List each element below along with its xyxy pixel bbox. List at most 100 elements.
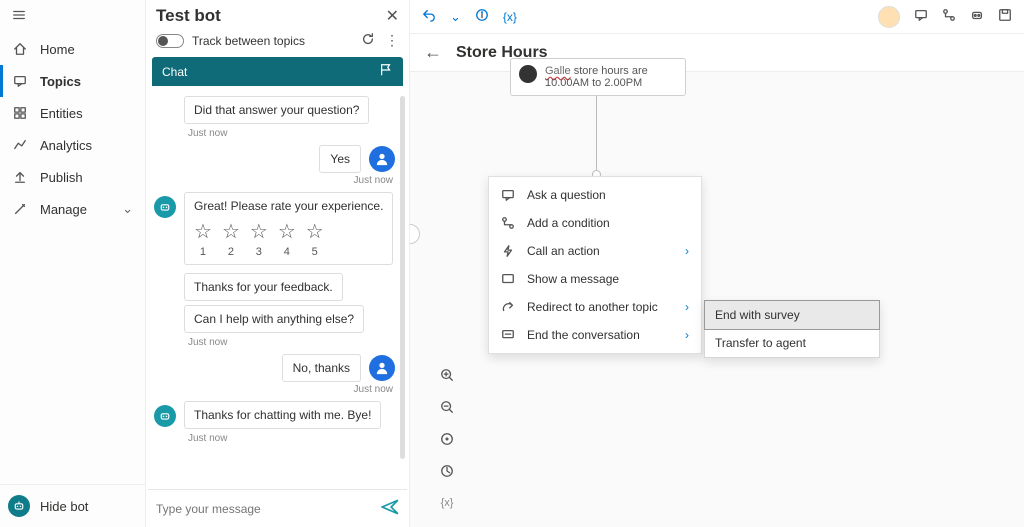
panel-title: Test bot (156, 6, 221, 26)
hide-bot-button[interactable]: Hide bot (0, 484, 145, 527)
message-node[interactable]: Galle store hours are 10.00AM to 2.00PM (510, 58, 686, 96)
bot-icon (8, 495, 30, 517)
close-panel-button[interactable]: ✕ (386, 6, 399, 26)
star-icon: ☆ (222, 219, 240, 244)
left-nav: Home Topics Entities Analytics Publish M… (0, 0, 146, 527)
flow-icon[interactable] (942, 8, 956, 25)
panel-subheader: Track between topics ⋮ (146, 30, 409, 57)
bot-message-rating: Great! Please rate your experience. ☆1 ☆… (184, 192, 393, 265)
zoom-out-button[interactable] (438, 398, 456, 416)
submenu-end-with-survey[interactable]: End with survey (704, 300, 880, 330)
nav-topics[interactable]: Topics (0, 65, 145, 97)
publish-icon (12, 169, 28, 185)
canvas-titlebar: ← Store Hours (410, 34, 1024, 72)
topbar-right (878, 6, 1012, 28)
bot-message-text: Great! Please rate your experience. (194, 199, 383, 213)
star-icon: ☆ (250, 219, 268, 244)
entities-icon (12, 105, 28, 121)
bot-avatar-icon (154, 405, 176, 427)
menu-ask-question[interactable]: Ask a question (489, 181, 701, 209)
menu-label: Call an action (527, 244, 600, 258)
home-icon (12, 41, 28, 57)
flag-icon[interactable] (379, 63, 393, 80)
back-button[interactable]: ← (424, 42, 442, 63)
undo-button[interactable] (422, 8, 436, 25)
canvas-topbar: ⌄ {x} (410, 0, 1024, 34)
bot-header-icon[interactable] (970, 8, 984, 25)
canvas-port[interactable] (410, 224, 420, 244)
bot-message: Did that answer your question? (184, 96, 369, 124)
action-icon (501, 244, 515, 258)
bot-message: Thanks for your feedback. (184, 273, 343, 301)
menu-show-message[interactable]: Show a message (489, 265, 701, 293)
end-conversation-submenu: End with survey Transfer to agent (704, 300, 880, 358)
submenu-transfer-to-agent[interactable]: Transfer to agent (705, 329, 879, 357)
variables-tool-button[interactable]: {x} (438, 494, 456, 512)
fit-button[interactable] (438, 430, 456, 448)
chevron-right-icon: › (685, 328, 689, 342)
user-avatar-icon (369, 355, 395, 381)
question-icon (501, 188, 515, 202)
menu-call-action[interactable]: Call an action › (489, 237, 701, 265)
nav-label: Publish (40, 170, 83, 185)
nav-publish[interactable]: Publish (0, 161, 145, 193)
rate-1[interactable]: ☆1 (194, 219, 212, 258)
menu-label: Ask a question (527, 188, 606, 202)
more-button[interactable]: ⋮ (385, 32, 399, 49)
chat-input[interactable] (156, 502, 375, 516)
test-bot-panel: Test bot ✕ Track between topics ⋮ Chat D… (146, 0, 410, 527)
bot-message: Can I help with anything else? (184, 305, 364, 333)
panel-header: Test bot ✕ (146, 0, 409, 30)
save-icon[interactable] (998, 8, 1012, 25)
nav-manage[interactable]: Manage ⌄ (0, 193, 145, 225)
zoom-in-button[interactable] (438, 366, 456, 384)
submenu-label: Transfer to agent (715, 336, 806, 350)
nav-entities[interactable]: Entities (0, 97, 145, 129)
chevron-right-icon: › (685, 244, 689, 258)
timestamp: Just now (188, 128, 399, 139)
nav-label: Manage (40, 202, 87, 217)
star-icon: ☆ (194, 219, 212, 244)
nav-items: Home Topics Entities Analytics Publish M… (0, 33, 145, 484)
authoring-canvas[interactable]: ⌄ {x} ← Store Hours Galle store hours ar… (410, 0, 1024, 527)
hamburger-button[interactable] (0, 0, 145, 33)
variables-button[interactable]: {x} (503, 10, 517, 24)
rate-2[interactable]: ☆2 (222, 219, 240, 258)
chat-icon[interactable] (914, 8, 928, 25)
chat-header: Chat (152, 57, 403, 86)
menu-label: Add a condition (527, 216, 610, 230)
timestamp: Just now (154, 175, 393, 186)
chat-header-label: Chat (162, 65, 187, 79)
condition-icon (501, 216, 515, 230)
user-avatar[interactable] (878, 6, 900, 28)
bot-avatar-icon (154, 196, 176, 218)
bot-message: Thanks for chatting with me. Bye! (184, 401, 381, 429)
node-prefix: Galle (545, 65, 571, 77)
track-toggle[interactable] (156, 34, 184, 48)
analytics-icon (12, 137, 28, 153)
menu-add-condition[interactable]: Add a condition (489, 209, 701, 237)
user-message: Yes (319, 145, 361, 173)
menu-redirect[interactable]: Redirect to another topic › (489, 293, 701, 321)
user-avatar-icon (369, 146, 395, 172)
redirect-icon (501, 300, 515, 314)
menu-label: End the conversation (527, 328, 640, 342)
timestamp: Just now (188, 433, 399, 444)
rate-3[interactable]: ☆3 (250, 219, 268, 258)
rate-4[interactable]: ☆4 (278, 219, 296, 258)
rate-5[interactable]: ☆5 (306, 219, 324, 258)
reset-view-button[interactable] (438, 462, 456, 480)
send-button[interactable] (381, 498, 399, 519)
nav-analytics[interactable]: Analytics (0, 129, 145, 161)
reset-button[interactable] (361, 32, 375, 49)
node-avatar-icon (519, 65, 537, 83)
undo-dropdown[interactable]: ⌄ (450, 9, 461, 25)
chat-scroll[interactable]: Did that answer your question? Just now … (148, 86, 407, 490)
info-button[interactable] (475, 8, 489, 25)
submenu-label: End with survey (715, 308, 800, 322)
user-message: No, thanks (282, 354, 361, 382)
nav-home[interactable]: Home (0, 33, 145, 65)
menu-end-conversation[interactable]: End the conversation › (489, 321, 701, 349)
hamburger-icon (12, 8, 26, 22)
chat-input-row (146, 490, 409, 527)
